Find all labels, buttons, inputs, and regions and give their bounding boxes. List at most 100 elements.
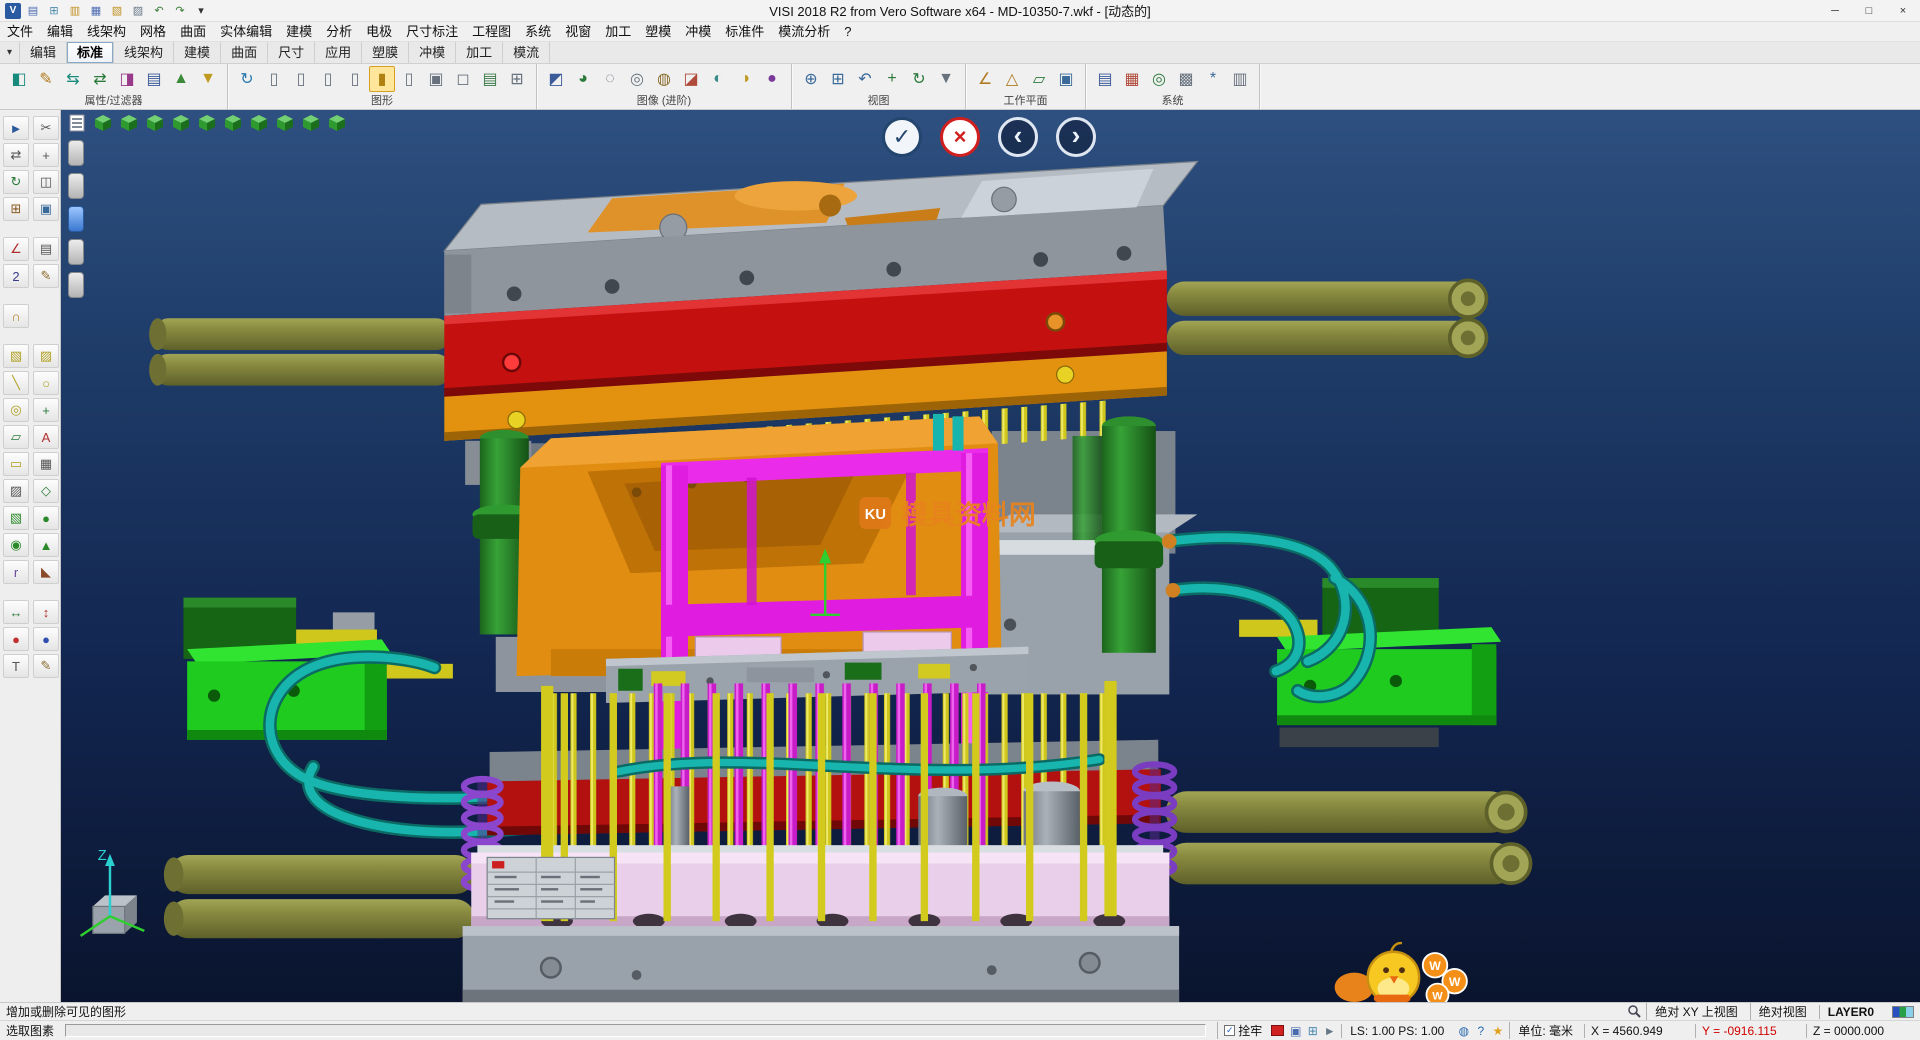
cursor-icon[interactable]: ►: [1321, 1024, 1338, 1038]
layer-color-swatch[interactable]: [1892, 1006, 1914, 1018]
view-dropdown-icon[interactable]: ▼: [933, 66, 959, 92]
menu-item-6[interactable]: 实体编辑: [213, 22, 279, 42]
iso-view-button[interactable]: [93, 113, 113, 133]
menu-item-5[interactable]: 曲面: [173, 22, 213, 42]
menu-item-18[interactable]: 模流分析: [771, 22, 837, 42]
rotate-icon[interactable]: ↻: [3, 170, 29, 194]
hatch-icon[interactable]: ▨: [3, 479, 29, 503]
render-mode-icon[interactable]: ●: [759, 66, 785, 92]
previous-button[interactable]: ‹: [998, 117, 1038, 157]
element-list-button[interactable]: [67, 113, 87, 133]
magnifier-icon[interactable]: [1627, 1004, 1642, 1019]
section-view-icon[interactable]: ◪: [678, 66, 704, 92]
element-properties-icon[interactable]: ◧: [6, 66, 32, 92]
viewport-toggle-4[interactable]: [68, 239, 84, 265]
hide-elements-icon[interactable]: ▯: [288, 66, 314, 92]
shaded-mode-icon[interactable]: ◕: [570, 66, 596, 92]
workplane-standard-icon[interactable]: ∠: [972, 66, 998, 92]
viewport-toggle-3[interactable]: [68, 206, 84, 232]
highlight-mode-icon[interactable]: ◑: [732, 66, 758, 92]
tab-2[interactable]: 标准: [67, 42, 114, 63]
text-icon[interactable]: A: [33, 425, 59, 449]
solid-block-icon[interactable]: ▧: [3, 506, 29, 530]
menu-item-9[interactable]: 电极: [359, 22, 399, 42]
offset-icon[interactable]: ▱: [3, 425, 29, 449]
viewport-3d[interactable]: KU 模具资料网 Z: [61, 110, 1920, 1002]
menu-item-19[interactable]: ?: [837, 22, 858, 42]
view-mode-2[interactable]: 绝对视图: [1750, 1003, 1815, 1020]
scale-icon[interactable]: ⊞: [3, 197, 29, 221]
shaded-view-button[interactable]: [327, 113, 347, 133]
grid-settings-icon[interactable]: ▩: [1173, 66, 1199, 92]
viewport-toggle-2[interactable]: [68, 173, 84, 199]
menu-item-13[interactable]: 视窗: [558, 22, 598, 42]
viewport-toggle-1[interactable]: [68, 140, 84, 166]
filter-color-icon[interactable]: ◨: [114, 66, 140, 92]
selection-mode-icon[interactable]: ▲: [168, 66, 194, 92]
report-icon[interactable]: ▥: [1227, 66, 1253, 92]
surface-patch-icon[interactable]: ▧: [3, 344, 29, 368]
system-settings-icon[interactable]: *: [1200, 66, 1226, 92]
filter-layer-icon[interactable]: ▤: [141, 66, 167, 92]
select-icon[interactable]: ►: [3, 116, 29, 140]
blank-view-icon[interactable]: ▯: [261, 66, 287, 92]
tab-3[interactable]: 线架构: [114, 42, 174, 63]
menu-item-8[interactable]: 分析: [319, 22, 359, 42]
tab-1[interactable]: 编辑: [20, 42, 67, 63]
color-palette-icon[interactable]: ▦: [1119, 66, 1145, 92]
plane-icon[interactable]: ◇: [33, 479, 59, 503]
tab-11[interactable]: 模流: [503, 42, 550, 63]
favorite-icon[interactable]: ★: [1489, 1024, 1506, 1038]
save-icon[interactable]: ▦: [87, 3, 105, 19]
lock-checkbox[interactable]: ✓ 拴牢: [1217, 1022, 1268, 1039]
dim-linear-icon[interactable]: ↔: [3, 600, 29, 624]
dynamic-move-icon[interactable]: +: [33, 143, 59, 167]
workplane-3-points-icon[interactable]: △: [999, 66, 1025, 92]
menu-item-7[interactable]: 建模: [279, 22, 319, 42]
viewport-toggle-5[interactable]: [68, 272, 84, 298]
bottom-view-button[interactable]: [249, 113, 269, 133]
help-icon[interactable]: ?: [1472, 1024, 1489, 1038]
modify-attributes-icon[interactable]: ✎: [33, 66, 59, 92]
transparency-icon[interactable]: ◐: [705, 66, 731, 92]
zoom-all-icon[interactable]: ⊕: [798, 66, 824, 92]
right-view-button[interactable]: [171, 113, 191, 133]
edit-geometry-icon[interactable]: ✎: [33, 264, 59, 288]
tab-8[interactable]: 塑膜: [362, 42, 409, 63]
menu-item-17[interactable]: 标准件: [718, 22, 771, 42]
arc-icon[interactable]: ○: [33, 371, 59, 395]
grid-points-icon[interactable]: ▦: [33, 452, 59, 476]
menu-item-15[interactable]: 塑模: [638, 22, 678, 42]
close-button[interactable]: ×: [1886, 0, 1920, 21]
front-view-button[interactable]: [145, 113, 165, 133]
tab-7[interactable]: 应用: [315, 42, 362, 63]
minimize-button[interactable]: ─: [1818, 0, 1852, 21]
tab-10[interactable]: 加工: [456, 42, 503, 63]
mark-blue-icon[interactable]: ●: [33, 627, 59, 651]
dim-vertical-icon[interactable]: ↕: [33, 600, 59, 624]
tab-4[interactable]: 建模: [174, 42, 221, 63]
ungroup-elements-icon[interactable]: ◻: [450, 66, 476, 92]
element-box-icon[interactable]: ⊞: [504, 66, 530, 92]
curve-tools-icon[interactable]: ∩: [3, 304, 29, 328]
units-indicator[interactable]: 单位: 毫米: [1509, 1022, 1581, 1039]
solid-sphere-icon[interactable]: ◉: [3, 533, 29, 557]
circle-icon[interactable]: ◎: [3, 398, 29, 422]
refresh-graphics-icon[interactable]: ↻: [234, 66, 260, 92]
rectangle-icon[interactable]: ▭: [3, 452, 29, 476]
measure-icon[interactable]: ∠: [3, 237, 29, 261]
redo-icon[interactable]: ↷: [171, 3, 189, 19]
world-icon[interactable]: ◍: [1455, 1024, 1472, 1038]
back-view-button[interactable]: [223, 113, 243, 133]
surface-net-icon[interactable]: ▨: [33, 344, 59, 368]
mark-red-icon[interactable]: ●: [3, 627, 29, 651]
quick-access-dropdown[interactable]: ▾: [192, 3, 210, 19]
line-icon[interactable]: ╲: [3, 371, 29, 395]
record-icon[interactable]: [1271, 1025, 1284, 1036]
visible-elements-icon[interactable]: ▮: [369, 66, 395, 92]
window-tile-icon[interactable]: ⊞: [45, 3, 63, 19]
element-list-icon[interactable]: ▤: [477, 66, 503, 92]
tools-icon[interactable]: T: [3, 654, 29, 678]
open-folder-icon[interactable]: ▥: [66, 3, 84, 19]
print-icon[interactable]: ▨: [129, 3, 147, 19]
